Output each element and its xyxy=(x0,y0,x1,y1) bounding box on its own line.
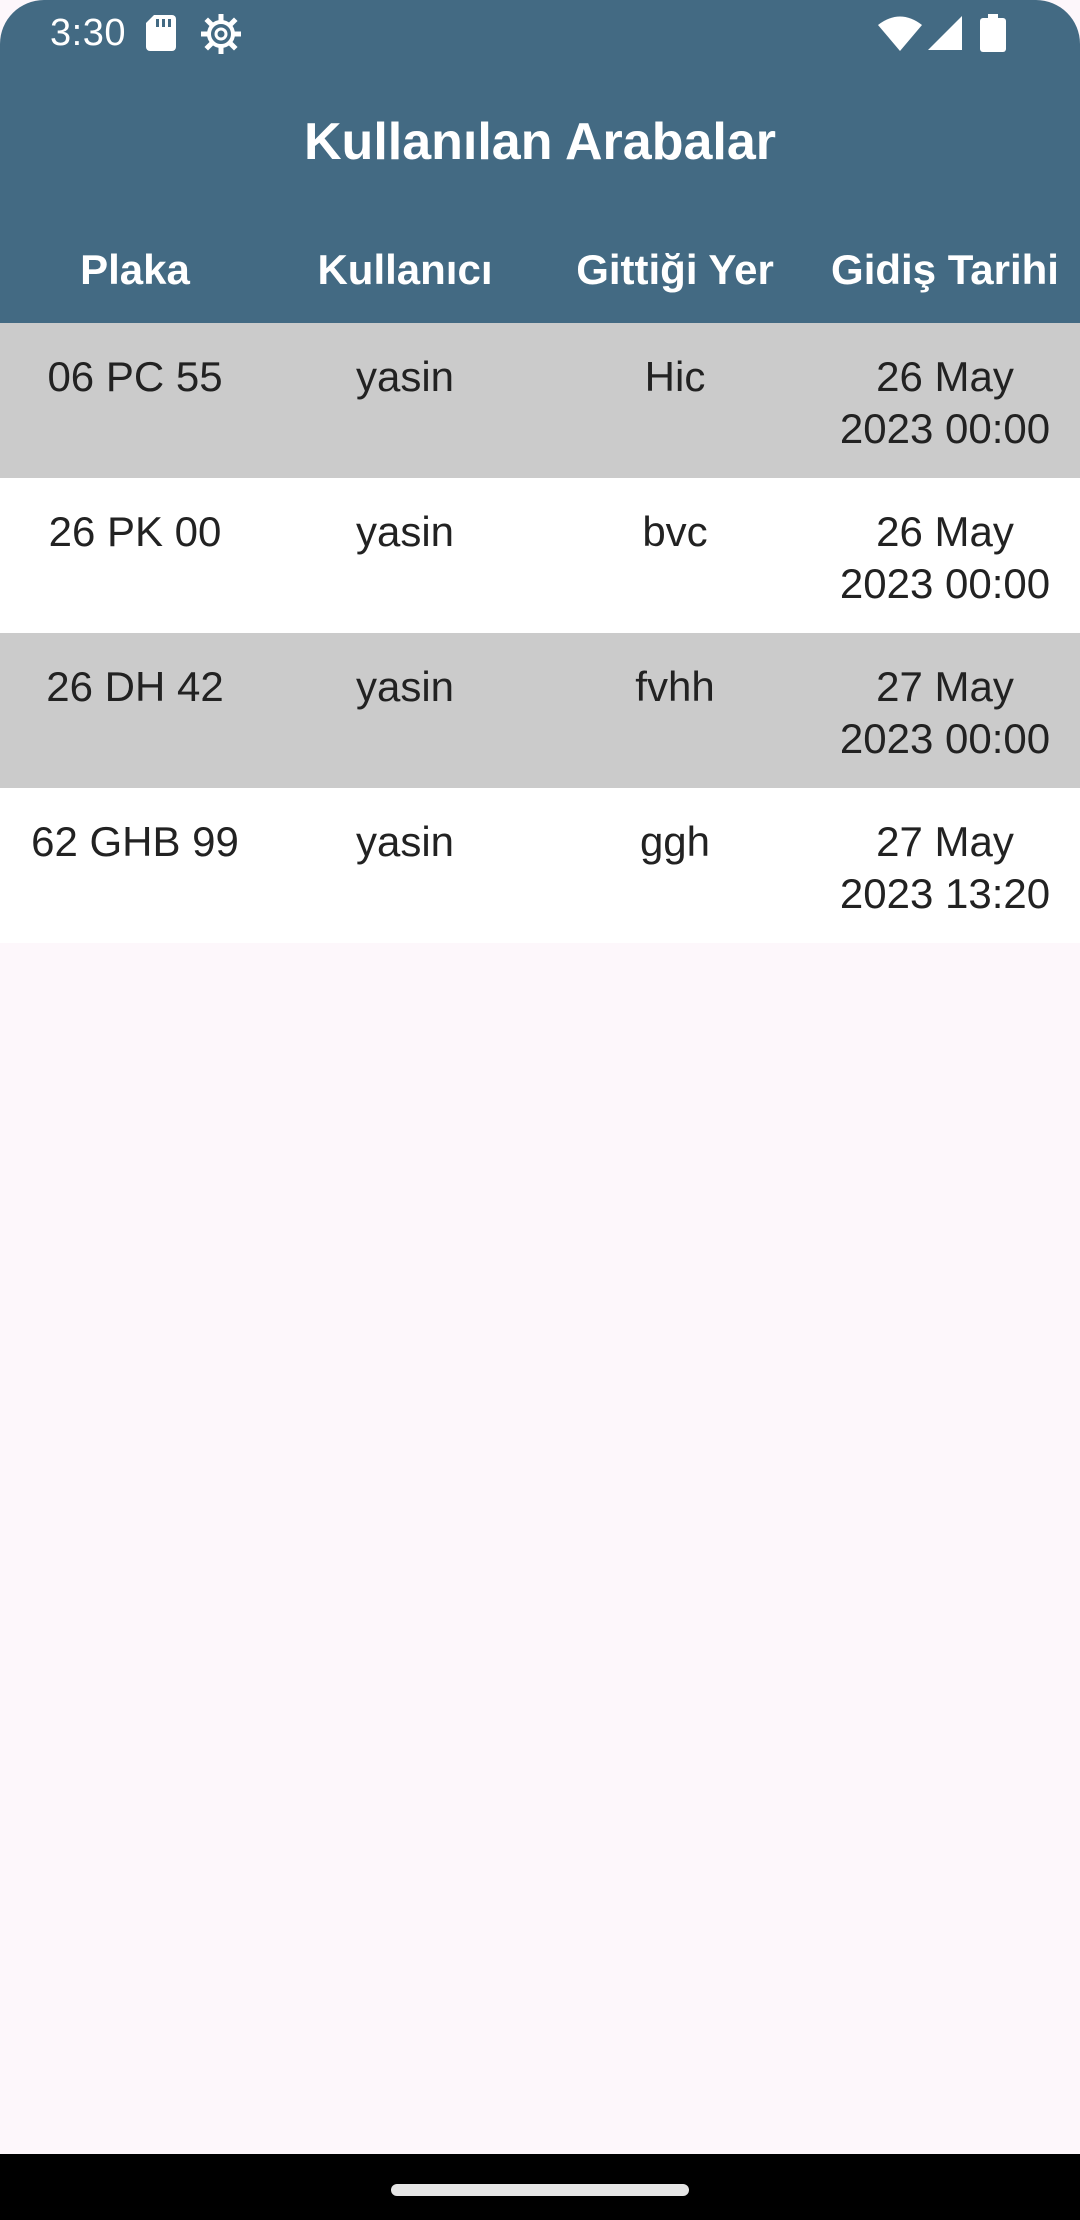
cell-plate: 06 PC 55 xyxy=(47,353,223,400)
cell-date-time: 2023 13:20 xyxy=(839,870,1051,917)
cell-date: 27 May 2023 00:00 xyxy=(810,661,1080,765)
cell-destination: fvhh xyxy=(635,663,715,710)
cell-date: 27 May 2023 13:20 xyxy=(810,816,1080,920)
wifi-icon xyxy=(878,16,922,51)
page-title: Kullanılan Arabalar xyxy=(304,113,776,171)
cell-date-day: 26 May xyxy=(876,508,1014,555)
cell-plate: 26 PK 00 xyxy=(48,508,222,555)
app-header: 3:30 Kullanılan Arabalar Plaka Kullanıcı… xyxy=(0,0,1080,323)
column-header-user: Kullanıcı xyxy=(317,246,493,293)
cell-destination: Hic xyxy=(644,353,706,400)
cell-user: yasin xyxy=(355,818,455,865)
cell-plate: 26 DH 42 xyxy=(46,663,224,710)
cell-date-time: 2023 00:00 xyxy=(839,560,1051,607)
table-row[interactable]: 26 PK 00 yasin bvc 26 May 2023 00:00 xyxy=(0,478,1080,633)
table-header: Plaka Kullanıcı Gittiği Yer Gidiş Tarihi xyxy=(0,246,1080,306)
sd-card-icon xyxy=(146,15,176,51)
cell-date-day: 27 May xyxy=(876,663,1014,710)
cell-date-time: 2023 00:00 xyxy=(839,405,1051,452)
column-header-date: Gidiş Tarihi xyxy=(831,246,1059,293)
status-time: 3:30 xyxy=(50,12,126,54)
cell-plate: 62 GHB 99 xyxy=(31,818,239,865)
car-usage-table: 06 PC 55 yasin Hic 26 May 2023 00:00 26 … xyxy=(0,323,1080,943)
cell-date: 26 May 2023 00:00 xyxy=(810,506,1080,610)
cell-date-day: 26 May xyxy=(876,353,1014,400)
table-row[interactable]: 62 GHB 99 yasin ggh 27 May 2023 13:20 xyxy=(0,788,1080,943)
screen: 3:30 Kullanılan Arabalar Plaka Kullanıcı… xyxy=(0,0,1080,2220)
battery-icon xyxy=(980,14,1006,52)
cell-date-day: 27 May xyxy=(876,818,1014,865)
table-row[interactable]: 06 PC 55 yasin Hic 26 May 2023 00:00 xyxy=(0,323,1080,478)
status-bar: 3:30 xyxy=(0,0,1080,66)
table-row[interactable]: 26 DH 42 yasin fvhh 27 May 2023 00:00 xyxy=(0,633,1080,788)
cell-user: yasin xyxy=(355,353,455,400)
cell-destination: ggh xyxy=(639,818,711,865)
cell-destination: bvc xyxy=(642,508,708,555)
cell-date: 26 May 2023 00:00 xyxy=(810,351,1080,455)
home-gesture-handle[interactable] xyxy=(391,2184,689,2196)
navigation-bar xyxy=(0,2154,1080,2220)
column-header-plate: Plaka xyxy=(80,246,190,293)
cell-user: yasin xyxy=(355,508,455,555)
column-header-destination: Gittiği Yer xyxy=(576,246,774,293)
cell-date-time: 2023 00:00 xyxy=(839,715,1051,762)
gear-icon xyxy=(201,14,241,54)
cell-user: yasin xyxy=(355,663,455,710)
signal-icon xyxy=(928,16,962,50)
